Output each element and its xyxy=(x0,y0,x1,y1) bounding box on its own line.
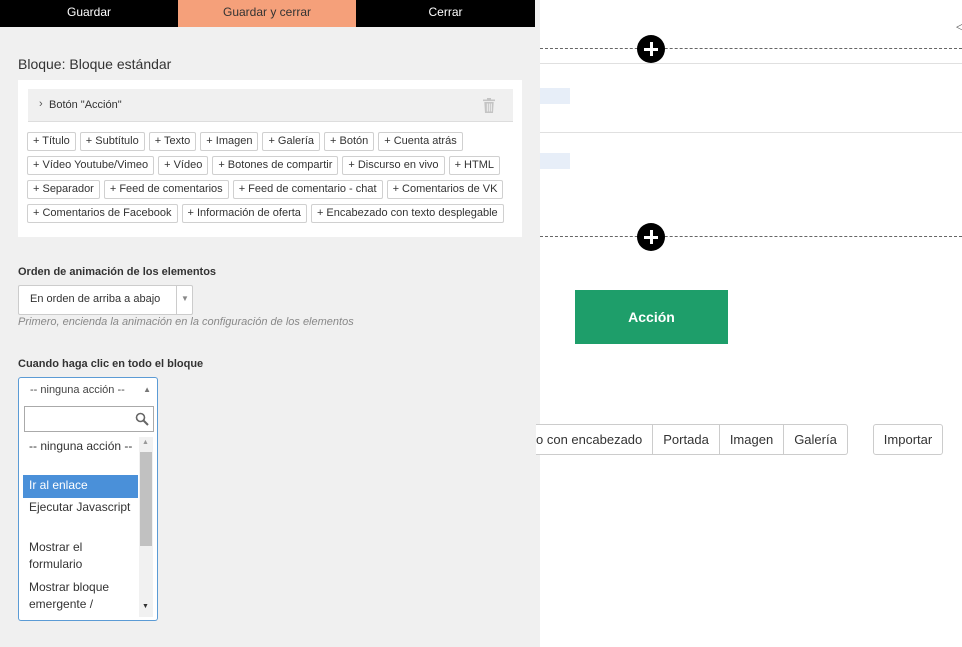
animation-hint: Primero, encienda la animación en la con… xyxy=(18,316,354,328)
import-button[interactable]: Importar xyxy=(873,424,943,455)
dropdown-option[interactable]: Mostrar el formulario xyxy=(23,538,138,578)
element-label: Botón "Acción" xyxy=(49,99,122,111)
dropdown-option[interactable]: Ir al enlace xyxy=(23,475,138,498)
dropdown-scrollbar[interactable]: ▲ ▼ xyxy=(139,437,153,617)
add-element-button[interactable]: + Vídeo Youtube/Vimeo xyxy=(27,156,155,175)
add-element-button[interactable]: + Encabezado con texto desplegable xyxy=(310,204,504,223)
click-action-label: Cuando haga clic en todo el bloque xyxy=(18,358,204,370)
dropdown-option[interactable]: Ejecutar Javascript xyxy=(23,498,138,538)
add-element-button[interactable]: + Imagen xyxy=(200,132,259,151)
add-block-plus-icon[interactable] xyxy=(637,223,665,251)
animation-order-select[interactable]: En orden de arriba a abajo ▼ xyxy=(18,285,193,315)
add-element-button[interactable]: + HTML xyxy=(448,156,500,175)
save-and-close-button[interactable]: Guardar y cerrar xyxy=(178,0,356,27)
dropdown-options: -- ninguna acción -- Ir al enlace Ejecutar… xyxy=(23,437,138,614)
chevron-down-icon[interactable]: ▼ xyxy=(181,294,189,303)
blurred-image-fragment xyxy=(540,88,570,104)
add-element-button[interactable]: + Texto xyxy=(148,132,197,151)
add-element-button[interactable]: + Botón xyxy=(324,132,375,151)
add-element-button[interactable]: + Discurso en vivo xyxy=(342,156,445,175)
scroll-up-icon[interactable]: ▲ xyxy=(142,439,149,446)
template-tab[interactable]: o con encabezado xyxy=(536,424,654,455)
template-tab[interactable]: Portada xyxy=(653,424,720,455)
click-action-dropdown: -- ninguna acción -- Ir al enlace Ejecutar… xyxy=(18,404,158,621)
close-button[interactable]: Cerrar xyxy=(356,0,535,27)
block-separator xyxy=(540,236,962,237)
trash-icon[interactable] xyxy=(483,98,495,113)
block-separator xyxy=(540,48,962,49)
element-row-action-button[interactable]: › Botón "Acción" xyxy=(28,89,513,122)
add-element-button[interactable]: + Cuenta atrás xyxy=(378,132,463,151)
add-block-plus-icon[interactable] xyxy=(637,35,665,63)
collapse-icon[interactable]: ◁ xyxy=(956,20,962,33)
blurred-image-fragment xyxy=(540,153,570,169)
settings-panel: Guardar Guardar y cerrar Cerrar Bloque: … xyxy=(0,0,540,647)
block-template-tabs: o con encabezado Portada Imagen Galería xyxy=(536,424,848,455)
chevron-up-icon[interactable]: ▲ xyxy=(143,385,151,394)
add-element-button[interactable]: + Título xyxy=(27,132,76,151)
animation-order-value: En orden de arriba a abajo xyxy=(30,293,161,305)
add-element-button[interactable]: + Separador xyxy=(27,180,100,199)
template-tab[interactable]: Galería xyxy=(784,424,848,455)
template-tab[interactable]: Imagen xyxy=(719,424,785,455)
add-element-button[interactable]: + Subtítulo xyxy=(79,132,145,151)
add-element-button[interactable]: + Feed de comentario - chat xyxy=(232,180,383,199)
add-element-button[interactable]: + Comentarios de VK xyxy=(386,180,504,199)
click-action-value: -- ninguna acción -- xyxy=(30,384,125,396)
add-element-buttons: + Título + Subtítulo + Texto + Imagen + Gale… xyxy=(27,132,507,223)
add-element-button[interactable]: + Botones de compartir xyxy=(212,156,339,175)
divider xyxy=(540,63,962,64)
add-element-button[interactable]: + Comentarios de Facebook xyxy=(27,204,178,223)
page-preview-canvas: ◁ Acción o con encabezado Portada Imagen Ga… xyxy=(536,0,962,647)
select-divider xyxy=(176,286,177,314)
search-icon xyxy=(135,412,149,426)
dropdown-search-input[interactable] xyxy=(24,406,154,432)
save-button[interactable]: Guardar xyxy=(0,0,178,27)
dropdown-option[interactable]: Mostrar bloque emergente / xyxy=(23,578,138,614)
scroll-down-icon[interactable]: ▼ xyxy=(142,603,149,610)
add-element-button[interactable]: + Galería xyxy=(262,132,321,151)
chevron-right-icon[interactable]: › xyxy=(39,98,43,110)
click-action-select[interactable]: -- ninguna acción -- ▲ xyxy=(18,377,158,405)
elements-box: › Botón "Acción" + Título + Subtítulo + Te… xyxy=(18,80,522,237)
animation-order-label: Orden de animación de los elementos xyxy=(18,266,217,278)
scrollbar-thumb[interactable] xyxy=(140,452,152,546)
divider xyxy=(540,132,962,133)
add-element-button[interactable]: + Información de oferta xyxy=(181,204,307,223)
add-element-button[interactable]: + Feed de comentarios xyxy=(103,180,229,199)
action-button[interactable]: Acción xyxy=(575,290,728,344)
block-title: Bloque: Bloque estándar xyxy=(18,56,172,72)
dropdown-option[interactable]: -- ninguna acción -- xyxy=(23,437,138,475)
toolbar: Guardar Guardar y cerrar Cerrar xyxy=(0,0,535,27)
add-element-button[interactable]: + Vídeo xyxy=(158,156,209,175)
